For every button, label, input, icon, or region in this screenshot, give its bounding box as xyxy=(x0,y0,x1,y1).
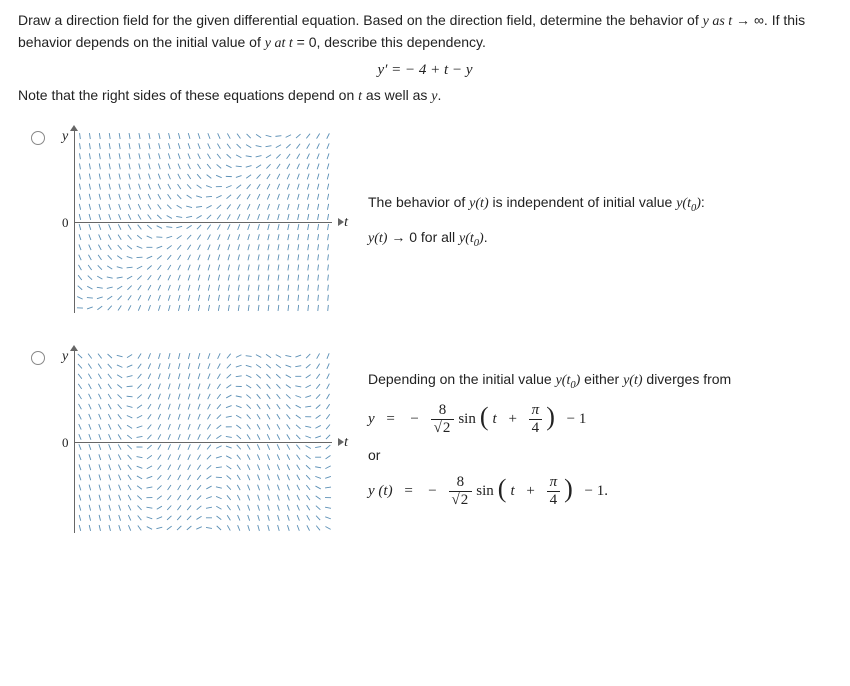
origin-label: 0 xyxy=(62,435,69,451)
option-1: y 0 t The behavior of y(t) is independen… xyxy=(18,127,832,317)
y-axis-label: y xyxy=(62,129,68,145)
differential-equation: y′ = − 4 + t − y xyxy=(18,62,832,79)
option-2: y 0 t Depending on the initial value y(t… xyxy=(18,347,832,537)
direction-field-plot-1 xyxy=(74,131,332,313)
direction-field-2: y 0 t xyxy=(58,347,338,537)
origin-label: 0 xyxy=(62,215,69,231)
radio-option-1[interactable] xyxy=(31,131,45,145)
option-1-description: The behavior of y(t) is independent of i… xyxy=(368,191,832,252)
t-axis-label: t xyxy=(344,435,348,451)
option-2-description: Depending on the initial value y(t0) eit… xyxy=(368,368,832,517)
radio-option-2[interactable] xyxy=(31,351,45,365)
t-axis-label: t xyxy=(344,215,348,231)
direction-field-plot-2 xyxy=(74,351,332,533)
arrow-right-icon xyxy=(338,218,344,226)
note-text: Note that the right sides of these equat… xyxy=(18,85,832,107)
arrow-right-icon xyxy=(338,438,344,446)
question-text: Draw a direction field for the given dif… xyxy=(18,10,832,54)
y-axis-label: y xyxy=(62,349,68,365)
direction-field-1: y 0 t xyxy=(58,127,338,317)
